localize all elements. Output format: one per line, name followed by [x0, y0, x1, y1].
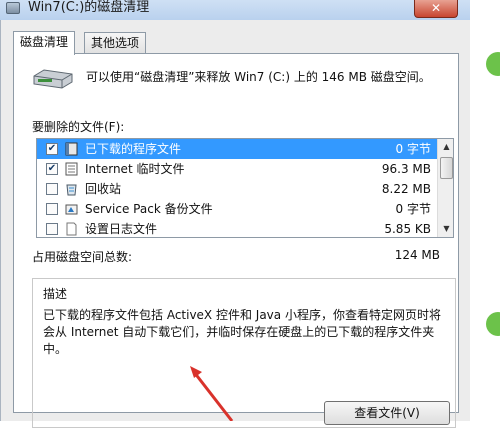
list-item[interactable]: Service Pack 备份文件 0 字节	[37, 199, 437, 219]
total-space-value: 124 MB	[394, 248, 440, 262]
scroll-thumb[interactable]	[440, 157, 453, 179]
backup-icon	[65, 202, 78, 216]
tab-disk-cleanup[interactable]: 磁盘清理	[13, 31, 76, 55]
total-space-label: 占用磁盘空间总数:	[32, 250, 133, 264]
checkbox[interactable]	[46, 203, 58, 215]
scroll-down-icon[interactable]: ▼	[440, 222, 453, 236]
checkbox[interactable]: ✔	[46, 143, 58, 155]
hard-drive-icon	[33, 69, 73, 89]
tab-more-options[interactable]: 其他选项	[84, 32, 147, 54]
background-strip	[470, 0, 500, 421]
view-files-button[interactable]: 查看文件(V)	[324, 401, 450, 425]
file-size: 0 字节	[395, 202, 431, 216]
disk-cleanup-icon	[6, 2, 20, 14]
description-text: 已下载的程序文件包括 ActiveX 控件和 Java 小程序，你查看特定网页时…	[43, 308, 441, 356]
recycle-bin-icon	[65, 182, 78, 196]
close-button[interactable]: ✕	[414, 0, 458, 18]
list-item[interactable]: 设置日志文件 5.85 KB	[37, 219, 437, 237]
files-to-delete-label: 要删除的文件(F):	[32, 120, 125, 134]
checkbox[interactable]	[46, 183, 58, 195]
tab-panel: 可以使用“磁盘清理”来释放 Win7 (C:) 上的 146 MB 磁盘空间。 …	[13, 53, 459, 428]
file-name: 设置日志文件	[85, 222, 158, 236]
list-scrollbar[interactable]: ▲ ▼	[437, 139, 453, 237]
file-name: Service Pack 备份文件	[85, 202, 213, 216]
scroll-up-icon[interactable]: ▲	[440, 140, 453, 154]
folder-icon	[65, 142, 78, 156]
checkbox[interactable]	[46, 223, 58, 235]
description-title: 描述	[43, 287, 68, 301]
file-name: Internet 临时文件	[85, 162, 185, 176]
file-size: 5.85 KB	[384, 222, 431, 236]
side-dot	[486, 52, 500, 76]
file-size: 0 字节	[395, 142, 431, 156]
list-item[interactable]: ✔ 已下载的程序文件 0 字节	[37, 139, 437, 159]
files-list[interactable]: ✔ 已下载的程序文件 0 字节 ✔ Internet 临时文件 96.3 MB	[36, 138, 454, 238]
window-title: Win7(C:)的磁盘清理	[28, 0, 150, 15]
description-group: 描述 已下载的程序文件包括 ActiveX 控件和 Java 小程序，你查看特定…	[32, 278, 456, 428]
internet-files-icon	[65, 162, 78, 176]
list-item[interactable]: 回收站 8.22 MB	[37, 179, 437, 199]
log-file-icon	[65, 222, 78, 236]
intro-text: 可以使用“磁盘清理”来释放 Win7 (C:) 上的 146 MB 磁盘空间。	[86, 70, 431, 84]
title-bar: Win7(C:)的磁盘清理 ✕	[0, 0, 500, 20]
list-item[interactable]: ✔ Internet 临时文件 96.3 MB	[37, 159, 437, 179]
side-dot	[486, 312, 500, 336]
file-name: 回收站	[85, 182, 122, 196]
file-size: 96.3 MB	[381, 162, 431, 176]
file-size: 8.22 MB	[381, 182, 431, 196]
annotation-arrow-icon	[190, 366, 234, 421]
checkbox[interactable]: ✔	[46, 163, 58, 175]
file-name: 已下载的程序文件	[85, 142, 182, 156]
